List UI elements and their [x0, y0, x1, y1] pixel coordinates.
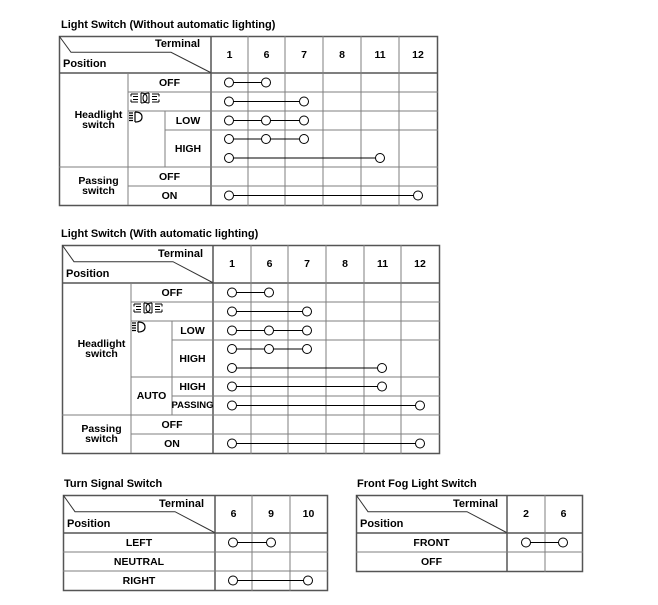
terminal-node — [227, 363, 237, 373]
terminal-node — [413, 190, 423, 201]
header-terminal-label: Terminal — [155, 38, 201, 50]
terminal-node — [266, 537, 276, 548]
terminal-header: 8 — [339, 48, 345, 61]
terminal-node — [261, 77, 271, 88]
terminal-node — [261, 115, 271, 126]
terminal-header: 6 — [230, 508, 237, 520]
header-terminal-label: Terminal — [159, 498, 205, 510]
terminal-node — [224, 190, 234, 201]
parking-light-icon — [131, 302, 213, 321]
terminal-node — [302, 325, 312, 336]
group-label-headlight: Headlight switch — [77, 338, 126, 360]
position-label: ON — [164, 437, 180, 450]
header-position-label: Position — [67, 518, 111, 530]
terminal-node — [261, 134, 271, 144]
position-label: LEFT — [125, 536, 153, 549]
terminal-node — [227, 344, 237, 354]
group-label-headlight: Headlight switch — [74, 109, 123, 131]
terminal-header: 11 — [374, 48, 386, 61]
terminal-node — [299, 115, 309, 126]
table-title-light-switch-auto: Light Switch (With automatic lighting) — [61, 228, 259, 240]
position-label: OFF — [159, 170, 180, 183]
terminal-node — [521, 537, 531, 548]
continuity-table-fog-light: Terminal Position 2 6 FRONT OFF — [355, 494, 584, 573]
position-label: OFF — [161, 418, 183, 431]
position-label: HIGH — [179, 352, 206, 365]
terminal-node — [377, 381, 387, 392]
terminal-header: 7 — [301, 48, 307, 61]
position-label: OFF — [161, 286, 183, 299]
position-label: HIGH — [174, 142, 202, 155]
terminal-node — [264, 325, 274, 336]
terminal-header: 9 — [268, 508, 274, 520]
table-title-light-switch-manual: Light Switch (Without automatic lighting… — [61, 19, 276, 31]
continuity-table-light-switch-manual: Terminal Position 1 6 7 8 11 12 Headligh… — [58, 35, 439, 207]
header-position-label: Position — [360, 518, 404, 530]
terminal-node — [227, 287, 237, 298]
terminal-node — [302, 344, 312, 354]
terminal-header: 12 — [414, 258, 426, 270]
continuity-table-turn-signal: Terminal Position 6 9 10 LEFT NEUTRAL RI… — [62, 494, 329, 592]
headlight-high-beam-icon — [131, 321, 172, 377]
terminal-header: 6 — [263, 48, 270, 61]
position-label: NEUTRAL — [113, 555, 165, 568]
terminal-header: 10 — [302, 508, 315, 520]
terminal-header: 1 — [229, 258, 235, 270]
terminal-header: 11 — [376, 258, 389, 270]
terminal-node — [227, 325, 237, 336]
position-label: ON — [161, 189, 178, 202]
parking-light-icon — [128, 92, 211, 111]
terminal-node — [224, 96, 234, 107]
group-label-passing: Passing switch — [81, 423, 122, 445]
position-label: FRONT — [413, 536, 450, 549]
position-label: OFF — [159, 76, 180, 89]
terminal-node — [299, 134, 309, 144]
terminal-node — [375, 153, 385, 163]
header-terminal-label: Terminal — [453, 498, 499, 510]
terminal-node — [228, 575, 238, 586]
position-label: HIGH — [179, 380, 206, 393]
header-position-label: Position — [66, 268, 110, 280]
group-label-auto: AUTO — [136, 390, 167, 402]
table-title-turn-signal: Turn Signal Switch — [64, 478, 163, 490]
header-terminal-label: Terminal — [158, 248, 204, 260]
terminal-node — [415, 400, 425, 411]
terminal-node — [228, 537, 238, 548]
position-label: RIGHT — [122, 574, 156, 587]
terminal-header: 12 — [412, 48, 424, 61]
terminal-header: 7 — [304, 258, 310, 270]
terminal-node — [299, 96, 309, 107]
terminal-header: 6 — [560, 508, 567, 520]
terminal-header: 6 — [266, 258, 273, 270]
terminal-node — [224, 77, 234, 88]
terminal-node — [224, 134, 234, 144]
terminal-node — [227, 438, 237, 449]
terminal-header: 1 — [226, 48, 233, 61]
position-label: LOW — [180, 324, 205, 337]
group-label-passing: Passing switch — [78, 175, 119, 197]
header-position-label: Position — [63, 58, 107, 70]
terminal-node — [227, 381, 237, 392]
table-title-fog-light: Front Fog Light Switch — [357, 478, 477, 490]
position-label: OFF — [421, 555, 442, 568]
terminal-node — [224, 153, 234, 163]
terminal-node — [264, 344, 274, 354]
terminal-node — [303, 575, 313, 586]
terminal-node — [264, 287, 274, 298]
terminal-node — [224, 115, 234, 126]
position-label: LOW — [175, 114, 201, 127]
continuity-table-light-switch-auto: Terminal Position 1 6 7 8 11 12 Headligh… — [61, 244, 441, 455]
terminal-node — [227, 306, 237, 317]
terminal-node — [415, 438, 425, 449]
terminal-node — [302, 306, 312, 317]
headlight-high-beam-icon — [128, 111, 165, 167]
terminal-node — [377, 363, 387, 373]
terminal-node — [227, 400, 237, 411]
terminal-header: 2 — [523, 508, 529, 520]
terminal-header: 8 — [342, 258, 348, 270]
position-label: PASSING — [171, 399, 214, 411]
terminal-node — [558, 537, 568, 548]
